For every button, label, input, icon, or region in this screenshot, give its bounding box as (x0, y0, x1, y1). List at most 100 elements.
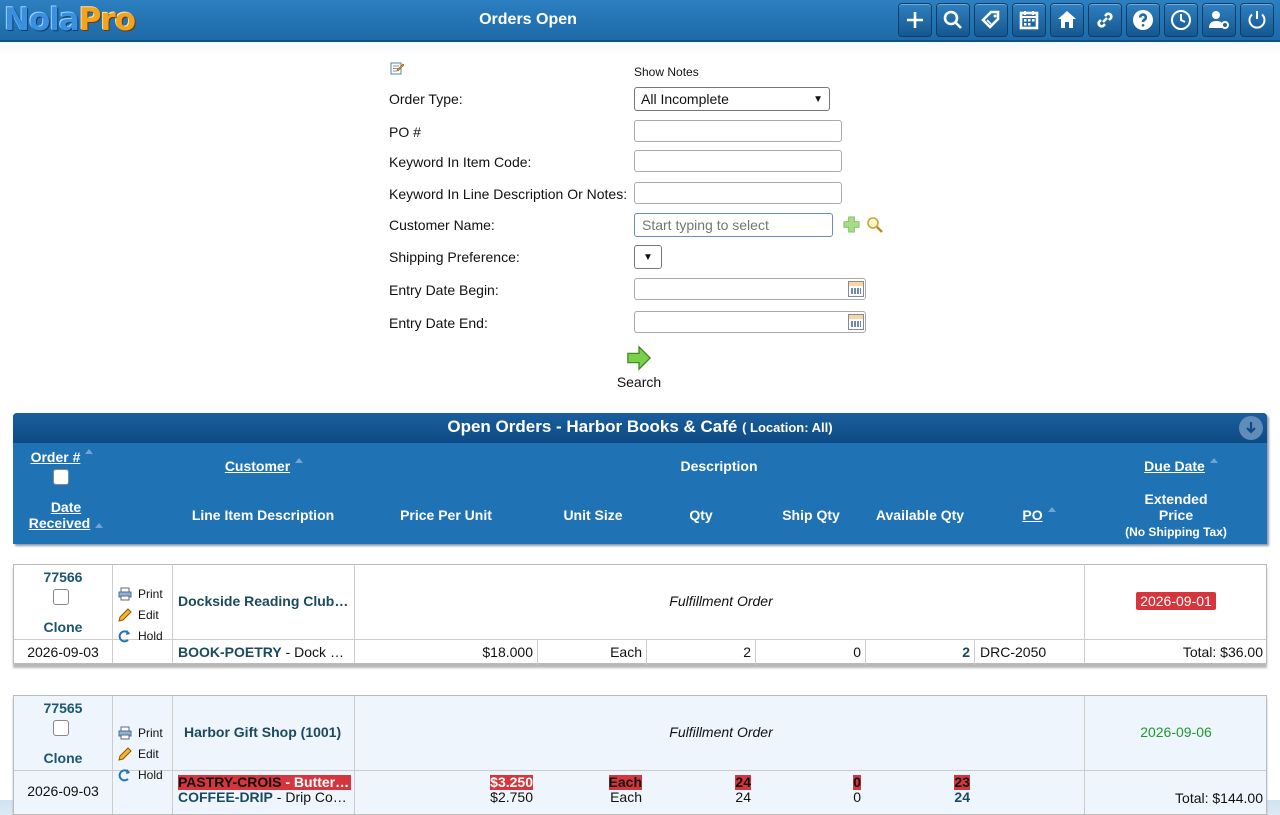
customer-link[interactable]: Harbor Gift Shop (1001) (184, 724, 354, 740)
home-icon[interactable] (1050, 3, 1084, 37)
ship-qty: 0 (853, 775, 861, 790)
line-item[interactable]: COFFEE-DRIP - Drip Co… (178, 790, 352, 805)
order-number-link[interactable]: 77566 (14, 569, 112, 585)
qty-header: Qty (689, 507, 713, 523)
refresh-icon (118, 629, 132, 643)
ship-qty: 0 (853, 790, 861, 805)
available-qty: 24 (954, 790, 970, 805)
unit-size: Each (610, 790, 642, 805)
edit-action[interactable]: Edit (118, 743, 163, 764)
power-icon[interactable] (1240, 3, 1274, 37)
item-code-input[interactable] (634, 150, 842, 172)
clock-icon[interactable] (1164, 3, 1198, 37)
collapse-icon[interactable] (1239, 416, 1263, 440)
toolbar (898, 3, 1274, 37)
line-item[interactable]: PASTRY-CROIS - Butter… (178, 775, 352, 790)
chevron-down-icon: ▼ (813, 93, 823, 105)
add-customer-icon[interactable] (843, 216, 860, 233)
customer-label: Customer Name: (389, 217, 495, 233)
po-value: DRC-2050 (980, 644, 1047, 660)
order-row: 77566 Clone Print Edit Hold Dockside Rea… (13, 564, 1267, 665)
link-icon[interactable] (1088, 3, 1122, 37)
price-per-unit: $3.250 (490, 775, 533, 790)
line-desc-input[interactable] (634, 182, 842, 204)
due-date: 2026-09-01 (1086, 592, 1266, 610)
top-bar: NolaPro Orders Open (0, 0, 1280, 42)
unit-size: Each (610, 644, 642, 660)
pencil-icon (118, 607, 132, 622)
order-checkbox[interactable] (53, 720, 69, 736)
date-received-header[interactable]: Date Received (21, 499, 111, 531)
shipping-pref-select[interactable]: ▼ (634, 245, 662, 269)
date-received: 2026-09-03 (27, 783, 99, 799)
print-action[interactable]: Print (118, 583, 163, 604)
customer-lookup-icon[interactable] (866, 216, 884, 234)
search-icon[interactable] (936, 3, 970, 37)
qty: 2 (743, 644, 751, 660)
entry-begin-input[interactable] (634, 278, 866, 300)
calendar-icon[interactable] (848, 281, 864, 297)
entry-end-label: Entry Date End: (389, 315, 488, 331)
due-date: 2026-09-06 (1140, 724, 1212, 740)
ship-qty: 0 (853, 644, 861, 660)
qty: 24 (735, 775, 751, 790)
line-item[interactable]: BOOK-POETRY - Dock … (178, 644, 350, 660)
hold-action[interactable]: Hold (118, 764, 163, 785)
customer-link[interactable]: Dockside Reading Club… (178, 593, 350, 609)
order-type-label: Order Type: (389, 91, 463, 107)
page-title: Orders Open (479, 11, 577, 28)
extended-price-header: Extended Price (No Shipping Tax) (1125, 491, 1227, 539)
price-per-unit-header: Price Per Unit (400, 507, 492, 523)
unit-size-header: Unit Size (563, 507, 623, 523)
hold-action[interactable]: Hold (118, 625, 163, 646)
order-number-link[interactable]: 77565 (14, 700, 112, 716)
printer-icon (118, 726, 132, 740)
panel-title: Open Orders - Harbor Books & Café ( Loca… (13, 413, 1267, 443)
print-action[interactable]: Print (118, 722, 163, 743)
customer-header[interactable]: Customer (213, 458, 315, 474)
ship-qty-header: Ship Qty (782, 507, 840, 523)
order-number-header[interactable]: Order # (27, 449, 97, 465)
notes-edit-icon[interactable] (390, 61, 405, 75)
clone-link[interactable]: Clone (14, 619, 112, 635)
arrow-right-icon (627, 345, 652, 371)
calendar-icon[interactable] (848, 314, 864, 330)
order-checkbox[interactable] (53, 589, 69, 605)
order-row: 77565 Clone Print Edit Hold Harbor Gift … (13, 695, 1267, 815)
available-qty: 2 (962, 644, 970, 660)
order-type: Fulfillment Order (669, 724, 773, 740)
po-input[interactable] (634, 120, 842, 142)
tag-icon[interactable] (974, 3, 1008, 37)
date-received: 2026-09-03 (27, 644, 99, 660)
line-desc-label: Keyword In Line Description Or Notes: (389, 186, 628, 202)
printer-icon (118, 587, 132, 601)
pencil-icon (118, 746, 132, 761)
due-date-header[interactable]: Due Date (1131, 458, 1231, 474)
calendar-icon[interactable] (1012, 3, 1046, 37)
price-per-unit: $2.750 (490, 790, 533, 805)
qty: 24 (735, 790, 751, 805)
add-icon[interactable] (898, 3, 932, 37)
select-all-checkbox[interactable] (53, 469, 69, 485)
order-type: Fulfillment Order (669, 593, 773, 609)
edit-action[interactable]: Edit (118, 604, 163, 625)
order-type-select[interactable]: All Incomplete ▼ (634, 87, 830, 111)
item-code-label: Keyword In Item Code: (389, 154, 532, 170)
available-qty: 23 (954, 775, 970, 790)
search-button[interactable]: Search (609, 345, 669, 390)
clone-link[interactable]: Clone (14, 750, 112, 766)
order-total: Total: $36.00 (1182, 644, 1263, 660)
po-header[interactable]: PO (1009, 507, 1069, 523)
entry-begin-label: Entry Date Begin: (389, 282, 499, 298)
show-notes-label[interactable]: Show Notes (634, 65, 699, 79)
customer-input[interactable] (634, 213, 833, 237)
price-per-unit: $18.000 (482, 644, 533, 660)
user-settings-icon[interactable] (1202, 3, 1236, 37)
nolapro-logo[interactable]: NolaPro (4, 0, 136, 40)
shipping-pref-label: Shipping Preference: (389, 249, 520, 265)
entry-end-input[interactable] (634, 311, 866, 333)
help-icon[interactable] (1126, 3, 1160, 37)
order-total: Total: $144.00 (1175, 790, 1263, 806)
orders-panel-header: Open Orders - Harbor Books & Café ( Loca… (13, 413, 1267, 544)
refresh-icon (118, 768, 132, 782)
